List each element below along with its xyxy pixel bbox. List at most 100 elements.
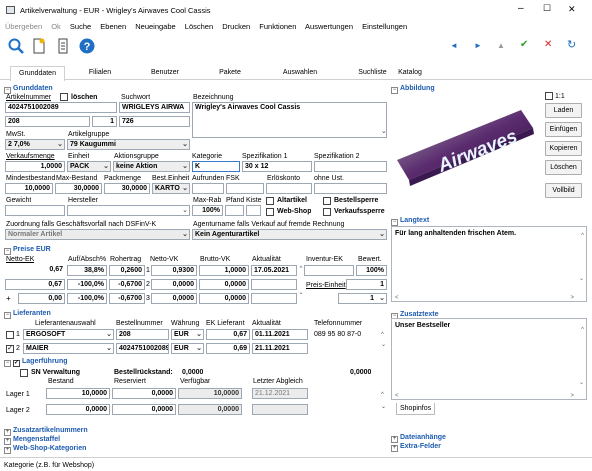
zusatztexte-textarea[interactable]: Unser Bestseller ^ ⌄ < > — [391, 318, 587, 400]
web-shop-checkbox[interactable] — [266, 208, 274, 216]
add-price-icon[interactable]: + — [6, 294, 11, 303]
langtext-textarea[interactable]: Für lang anhaltenden frischen Atem. ^ ⌄ … — [391, 226, 587, 302]
tab-auswahlen[interactable]: Auswahlen — [265, 66, 335, 80]
refresh-icon[interactable]: ↻ — [567, 38, 576, 51]
field-208[interactable]: 208 — [5, 116, 90, 127]
aufabsch-1[interactable]: 38,8% — [67, 265, 107, 276]
supplier-2-checkbox[interactable]: ✓ — [6, 345, 14, 353]
nav-up-icon[interactable]: ▲ — [497, 41, 505, 50]
netto-vk-3[interactable]: 0,0000 — [151, 293, 197, 304]
packmenge-input[interactable]: 30,0000 — [104, 183, 150, 194]
artikelnummer-input[interactable]: 4024751002089 — [5, 102, 117, 113]
tab-shopinfos[interactable]: Shopinfos — [396, 403, 436, 415]
brutto-vk-1[interactable]: 1,0000 — [199, 265, 249, 276]
spezifikation-2-input[interactable] — [314, 161, 387, 172]
rohertrag-1[interactable]: 0,2600 — [109, 265, 145, 276]
lager-scrollbar[interactable]: ^ ⌄ — [381, 389, 386, 413]
laden-button[interactable]: Laden — [545, 103, 582, 118]
brutto-vk-3[interactable]: 0,0000 — [199, 293, 249, 304]
ok-check-icon[interactable]: ✔ — [520, 39, 528, 50]
aktualitaet-1[interactable]: 17.05.2021 — [251, 265, 297, 276]
lagerfuehrung-checkbox[interactable]: ✓ — [13, 360, 20, 367]
nav-prev-icon[interactable]: ◄ — [450, 41, 458, 50]
supplier-1-waehrung[interactable]: EUR ⌄ — [171, 329, 204, 340]
menu-drucken[interactable]: Drucken — [222, 22, 250, 31]
supplier-2-waehrung[interactable]: EUR ⌄ — [171, 343, 204, 354]
lager-1-bestand[interactable]: 10,0000 — [46, 388, 110, 399]
pfand-input[interactable] — [225, 205, 244, 216]
aktualitaet-2[interactable] — [251, 279, 297, 290]
cancel-x-icon[interactable]: ✕ — [544, 39, 552, 50]
bestellsperre-checkbox[interactable] — [323, 197, 331, 205]
zusatz-scroll-right[interactable]: > — [570, 393, 574, 399]
maximize-button[interactable]: ☐ — [543, 3, 551, 14]
fsk-input[interactable] — [226, 183, 264, 194]
netto-ek-3[interactable]: 0,00 — [18, 293, 65, 304]
supplier-1-aktualitaet[interactable]: 01.11.2021 — [252, 329, 308, 340]
supplier-1-select[interactable]: ERGOSOFT ⌄ — [23, 329, 114, 340]
netto-ek-2[interactable]: 0,67 — [5, 279, 65, 290]
menu-auswertungen[interactable]: Auswertungen — [305, 22, 353, 31]
lager-1-reserviert[interactable]: 0,0000 — [112, 388, 176, 399]
tab-filialen[interactable]: Filialen — [75, 66, 125, 80]
rohertrag-2[interactable]: -0,6700 — [109, 279, 145, 290]
mwst-select[interactable]: 2 7,0% ⌄ — [5, 139, 65, 150]
verkaufssperre-checkbox[interactable] — [323, 208, 331, 216]
section-preise[interactable]: − Preise EUR — [4, 245, 51, 255]
vollbild-button[interactable]: Vollbild — [545, 183, 582, 198]
ratio-1-1-checkbox[interactable] — [545, 92, 553, 100]
help-icon[interactable]: ? — [79, 38, 95, 54]
netto-ek-1[interactable]: 0,67 — [5, 265, 65, 276]
tab-grunddaten[interactable]: Grunddaten — [10, 66, 65, 81]
menu-funktionen[interactable]: Funktionen — [259, 22, 296, 31]
aufabsch-3[interactable]: -100,0% — [67, 293, 107, 304]
zuordnung-select[interactable]: Normaler Artikel ⌄ — [5, 229, 190, 240]
hersteller-select[interactable]: ⌄ — [67, 205, 190, 216]
mindestbestand-input[interactable]: 10,0000 — [5, 183, 53, 194]
artikelgruppe-select[interactable]: 79 Kaugummi ⌄ — [67, 139, 190, 150]
rohertrag-3[interactable]: -0,6700 — [109, 293, 145, 304]
menu-uebergeben[interactable]: Übergeben — [5, 22, 42, 31]
langtext-scroll-right[interactable]: > — [570, 295, 574, 301]
erloeskonto-input[interactable] — [266, 183, 312, 194]
bewert-input[interactable]: 100% — [356, 265, 387, 276]
suchwort-input[interactable]: WRIGLEYS AIRWA — [119, 102, 190, 113]
brutto-vk-2[interactable]: 0,0000 — [199, 279, 249, 290]
copy-document-icon[interactable] — [56, 37, 70, 54]
langtext-scroll-left[interactable]: < — [395, 295, 399, 301]
gewicht-input[interactable] — [5, 205, 65, 216]
section-lieferanten[interactable]: − Lieferanten — [4, 309, 51, 319]
altartikel-checkbox[interactable] — [266, 197, 274, 205]
supplier-2-ek[interactable]: 0,69 — [206, 343, 250, 354]
lager-2-reserviert[interactable]: 0,0000 — [112, 404, 176, 415]
ohne-ust-input[interactable] — [314, 183, 387, 194]
new-document-icon[interactable] — [32, 37, 46, 54]
menu-ok[interactable]: Ok — [51, 22, 61, 31]
field-1[interactable]: 1 — [92, 116, 117, 127]
supplier-scrollbar[interactable]: ^ ⌄ — [381, 330, 386, 350]
einheit-select[interactable]: PACK ⌄ — [67, 161, 111, 172]
einfuegen-button[interactable]: Einfügen — [545, 122, 582, 137]
menu-loeschen[interactable]: Löschen — [185, 22, 213, 31]
section-langtext[interactable]: − Langtext — [391, 216, 429, 226]
supplier-1-checkbox[interactable] — [6, 331, 14, 339]
supplier-1-bestellnummer[interactable]: 208 — [116, 329, 169, 340]
lager-2-bestand[interactable]: 0,0000 — [46, 404, 110, 415]
search-icon[interactable] — [8, 38, 24, 54]
loeschen-checkbox[interactable] — [60, 93, 68, 101]
tab-pakete[interactable]: Pakete — [200, 66, 260, 80]
loeschen-button[interactable]: Löschen — [545, 160, 582, 175]
price-scrollbar[interactable]: ^ ⌄ — [298, 265, 304, 305]
tab-benutzer[interactable]: Benutzer — [140, 66, 190, 80]
kopieren-button[interactable]: Kopieren — [545, 141, 582, 156]
kategorie-input[interactable]: K — [192, 161, 240, 172]
close-button[interactable]: ✕ — [568, 4, 576, 15]
section-web-shop-kategorien[interactable]: + Web-Shop-Kategorien — [4, 444, 86, 454]
section-abbildung[interactable]: − Abbildung — [391, 84, 435, 94]
section-extra-felder[interactable]: + Extra-Felder — [391, 442, 441, 452]
section-lagerfuehrung[interactable]: − ✓ Lagerführung — [4, 357, 68, 367]
bezeichnung-textarea[interactable]: Wrigley's Airwaves Cool Cassis — [192, 102, 387, 138]
agentur-select[interactable]: Kein Agenturartikel ⌄ — [192, 229, 387, 240]
netto-vk-2[interactable]: 0,0000 — [151, 279, 197, 290]
supplier-2-select[interactable]: MAIER ⌄ — [23, 343, 114, 354]
